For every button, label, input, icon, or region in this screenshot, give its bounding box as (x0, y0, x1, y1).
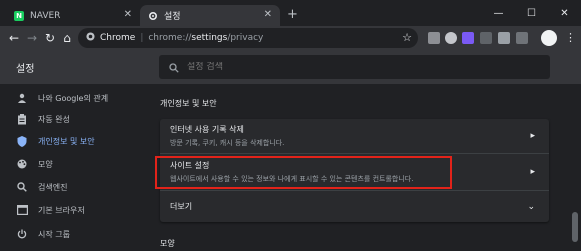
chevron-right-icon: ▸ (530, 131, 535, 141)
site-name: Chrome (100, 33, 136, 43)
extension-icon[interactable] (428, 32, 440, 44)
tab-strip: N NAVER ✕ 설정 ✕ + — ☐ ✕ (0, 0, 581, 26)
settings-header: 설정 (0, 50, 581, 84)
address-bar[interactable]: Chrome | chrome://settings/privacy ☆ (78, 28, 418, 48)
extension-icon[interactable] (498, 32, 510, 44)
sidebar-item-label: 자동 완성 (38, 114, 70, 124)
palette-icon (16, 158, 28, 170)
tab-naver[interactable]: N NAVER ✕ (6, 5, 140, 26)
search-icon (169, 58, 179, 77)
shield-icon (16, 135, 28, 147)
maximize-button[interactable]: ☐ (515, 0, 548, 26)
tab-settings[interactable]: 설정 ✕ (140, 5, 280, 26)
sidebar-item-label: 나와 Google의 관계 (38, 93, 109, 103)
highlight-box (155, 156, 452, 189)
settings-sidebar: 나와 Google의 관계 자동 완성 개인정보 및 보안 모양 검색엔진 기본… (0, 84, 150, 251)
tab-title: NAVER (30, 10, 61, 21)
section-title-appearance: 모양 (160, 239, 175, 248)
naver-favicon: N (14, 10, 24, 21)
settings-main: 개인정보 및 보안 인터넷 사용 기록 삭제 방문 기록, 쿠키, 캐시 등을 … (150, 84, 581, 251)
close-window-button[interactable]: ✕ (548, 0, 581, 26)
person-icon (16, 92, 28, 104)
sidebar-item-on-startup[interactable]: 시작 그룹 (0, 224, 150, 244)
forward-button[interactable]: → (24, 30, 40, 46)
profile-avatar[interactable] (541, 30, 557, 46)
chrome-site-icon (86, 32, 95, 44)
tab-title: 설정 (164, 12, 181, 22)
settings-search[interactable] (159, 55, 550, 79)
back-button[interactable]: ← (6, 30, 22, 46)
sidebar-item-you-and-google[interactable]: 나와 Google의 관계 (0, 88, 150, 108)
browser-icon (16, 204, 28, 216)
extension-icon[interactable] (445, 32, 457, 44)
section-title: 개인정보 및 보안 (160, 99, 217, 108)
sidebar-item-autofill[interactable]: 자동 완성 (0, 109, 150, 129)
sidebar-item-label: 개인정보 및 보안 (38, 136, 95, 146)
reload-button[interactable]: ↻ (42, 30, 58, 46)
row-title: 인터넷 사용 기록 삭제 (170, 125, 244, 134)
row-title: 더보기 (170, 202, 193, 211)
window-controls: — ☐ ✕ (482, 0, 581, 26)
sidebar-item-label: 기본 브라우저 (38, 205, 85, 215)
search-icon (16, 181, 28, 193)
chevron-right-icon: ▸ (530, 167, 535, 177)
close-tab-icon[interactable]: ✕ (264, 9, 272, 20)
scrollbar[interactable] (572, 212, 578, 242)
new-tab-button[interactable]: + (287, 8, 298, 21)
sidebar-item-label: 시작 그룹 (38, 229, 70, 239)
row-subtitle: 방문 기록, 쿠키, 캐시 등을 삭제합니다. (170, 139, 285, 147)
sidebar-item-search-engine[interactable]: 검색엔진 (0, 177, 150, 197)
extension-icon[interactable] (516, 32, 528, 44)
sidebar-item-appearance[interactable]: 모양 (0, 154, 150, 174)
browser-toolbar: ← → ↻ ⌂ Chrome | chrome://settings/priva… (0, 26, 581, 50)
more-menu-icon[interactable]: ⋮ (565, 30, 576, 46)
more-expand-row[interactable]: 더보기 ⌄ (160, 191, 549, 222)
home-button[interactable]: ⌂ (59, 30, 75, 46)
clipboard-icon (16, 113, 28, 125)
chevron-down-icon: ⌄ (527, 201, 535, 212)
sidebar-item-default-browser[interactable]: 기본 브라우저 (0, 200, 150, 220)
search-input[interactable] (187, 62, 487, 72)
sidebar-item-privacy[interactable]: 개인정보 및 보안 (0, 131, 150, 151)
clear-browsing-data-row[interactable]: 인터넷 사용 기록 삭제 방문 기록, 쿠키, 캐시 등을 삭제합니다. ▸ (160, 119, 549, 153)
gear-icon (148, 11, 158, 21)
close-tab-icon[interactable]: ✕ (124, 9, 132, 20)
url-text: chrome://settings/privacy (148, 33, 264, 43)
sidebar-item-label: 모양 (38, 159, 53, 169)
extension-icon[interactable] (480, 32, 492, 44)
power-icon (16, 228, 28, 240)
minimize-button[interactable]: — (482, 0, 515, 26)
sidebar-item-label: 검색엔진 (38, 182, 68, 192)
page-title: 설정 (16, 64, 35, 75)
extension-icon[interactable] (462, 32, 474, 44)
bookmark-star-icon[interactable]: ☆ (402, 31, 412, 44)
